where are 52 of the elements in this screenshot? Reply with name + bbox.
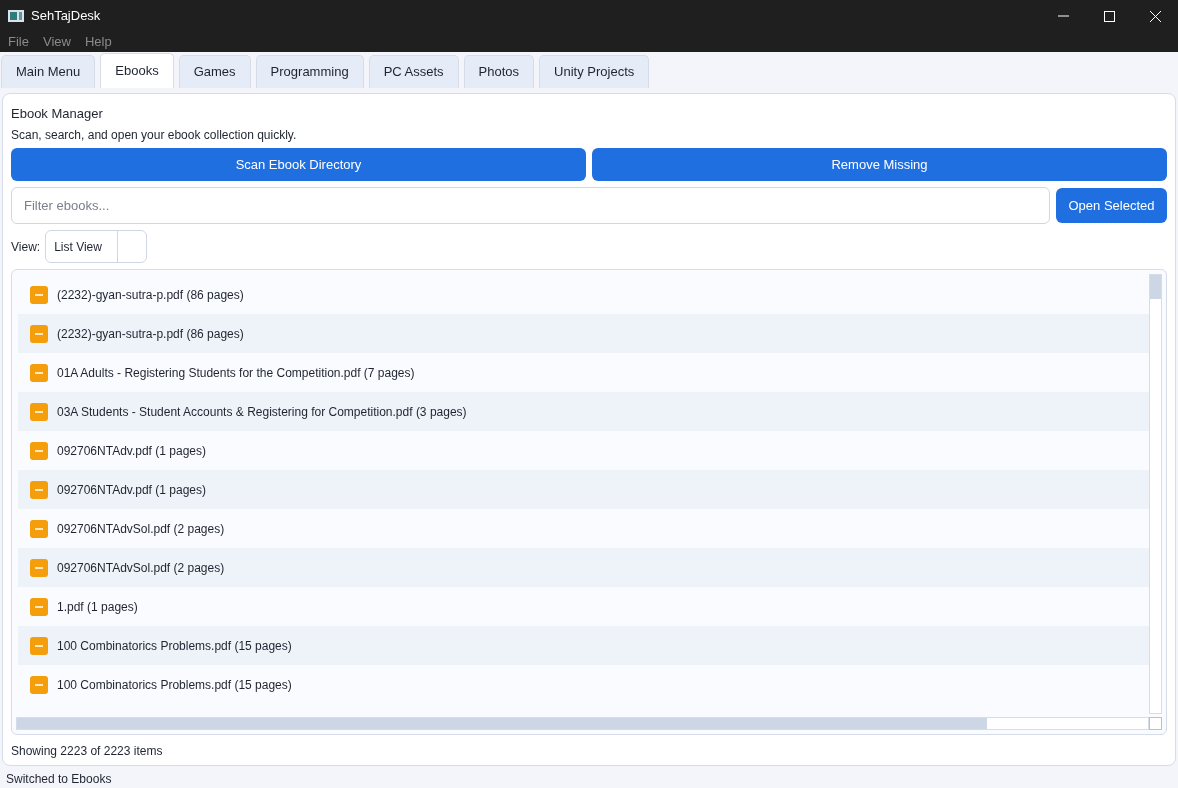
status-text: Switched to Ebooks — [5, 771, 113, 788]
scroll-thumb[interactable] — [17, 718, 987, 729]
minimize-icon — [1057, 15, 1069, 17]
list-item[interactable]: 03A Students - Student Accounts & Registering for Competition.pdf (3 pages) — [18, 392, 1149, 431]
scrollbar-corner — [1149, 717, 1162, 730]
book-icon — [30, 285, 48, 304]
book-icon — [30, 441, 48, 460]
book-icon — [30, 480, 48, 499]
book-icon — [30, 402, 48, 421]
window-title: SehTajDesk — [31, 7, 101, 26]
scroll-thumb[interactable] — [1150, 275, 1161, 299]
book-icon — [30, 324, 48, 343]
tab[interactable]: Photos — [463, 55, 535, 88]
book-icon — [30, 597, 48, 616]
list-item[interactable]: 092706NTAdvSol.pdf (2 pages) — [18, 548, 1149, 587]
app-icon — [8, 10, 24, 22]
list-item[interactable]: 092706NTAdvSol.pdf (2 pages) — [18, 509, 1149, 548]
book-icon — [30, 675, 48, 694]
book-icon — [30, 558, 48, 577]
tab[interactable]: Programming — [255, 55, 364, 88]
vertical-scrollbar[interactable] — [1149, 274, 1162, 714]
list-item[interactable]: 092706NTAdv.pdf (1 pages) — [18, 470, 1149, 509]
list-item[interactable]: 100 Combinatorics Problems.pdf (15 pages) — [18, 665, 1149, 704]
tab[interactable]: Games — [178, 55, 251, 88]
tab[interactable]: PC Assets — [368, 55, 459, 88]
panel-subtitle: Scan, search, and open your ebook collection quickly. — [11, 127, 298, 142]
menu-item[interactable]: File — [8, 32, 29, 52]
action-button[interactable]: Scan Ebook Directory — [11, 148, 586, 181]
view-label: View: — [11, 238, 41, 256]
book-icon — [30, 636, 48, 655]
tab[interactable]: Unity Projects — [539, 55, 650, 88]
book-icon — [30, 519, 48, 538]
panel-title: Ebook Manager — [11, 105, 104, 122]
list-item[interactable]: 01A Adults - Registering Students for the Competition.pdf (7 pages) — [18, 353, 1149, 392]
book-icon — [30, 363, 48, 382]
menu-item[interactable]: View — [42, 32, 71, 52]
list-item[interactable]: 1.pdf (1 pages) — [18, 587, 1149, 626]
list-item[interactable]: (2232)-gyan-sutra-p.pdf (86 pages) — [18, 314, 1149, 353]
filter-field[interactable]: Filter ebooks... — [11, 187, 1050, 224]
open-selected-button[interactable]: Open Selected — [1056, 188, 1167, 223]
menu-item[interactable]: Help — [84, 32, 112, 52]
tab[interactable]: Ebooks — [100, 53, 174, 88]
tab[interactable]: Main Menu — [1, 55, 96, 88]
maximize-icon — [1103, 10, 1115, 22]
list-item[interactable]: 100 Combinatorics Problems.pdf (15 pages) — [18, 626, 1149, 665]
horizontal-scrollbar[interactable] — [16, 717, 1149, 730]
list-item[interactable]: 092706NTAdv.pdf (1 pages) — [18, 431, 1149, 470]
close-icon — [1149, 10, 1161, 22]
item-count: Showing 2223 of 2223 items — [11, 743, 164, 760]
list-item[interactable]: (2232)-gyan-sutra-p.pdf (86 pages) — [18, 275, 1149, 314]
view-dropdown[interactable]: List View — [45, 230, 148, 263]
action-button[interactable]: Remove Missing — [592, 148, 1167, 181]
